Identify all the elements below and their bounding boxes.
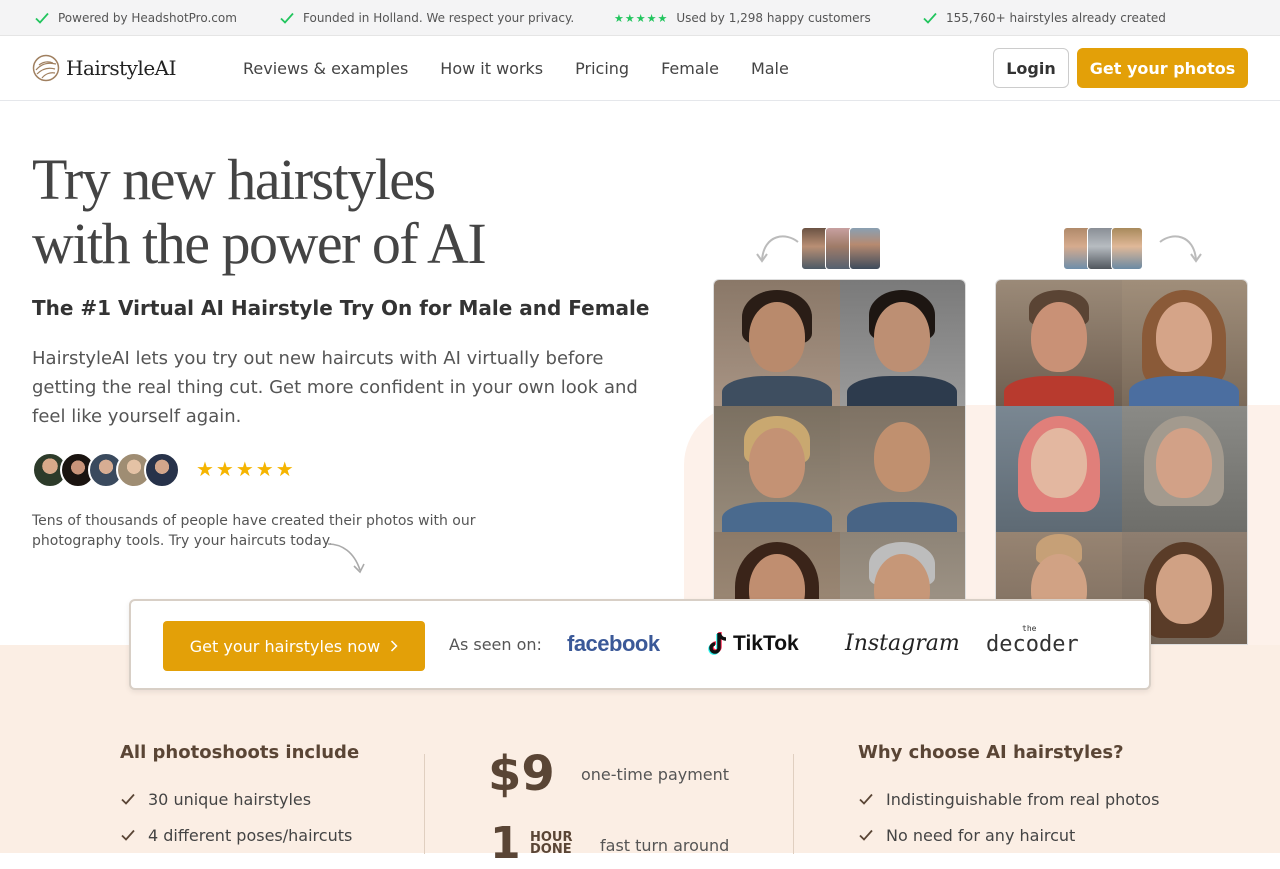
topbar-text: Used by 1,298 happy customers bbox=[676, 11, 871, 25]
list-item: 30 unique hairstyles bbox=[120, 781, 359, 817]
hero-description: HairstyleAI lets you try out new haircut… bbox=[32, 348, 638, 427]
instagram-logo: Instagram bbox=[845, 631, 960, 656]
hero-subtitle: The #1 Virtual AI Hairstyle Try On for M… bbox=[32, 296, 650, 320]
female-hairstyle-grid bbox=[995, 279, 1248, 645]
list-item: No need for any haircut bbox=[858, 817, 1159, 853]
tiktok-text: TikTok bbox=[733, 632, 799, 655]
hairstyle-photo bbox=[714, 406, 840, 532]
turnaround-number: 1 bbox=[490, 818, 521, 869]
tiktok-logo: TikTok bbox=[707, 631, 799, 657]
male-hairstyle-grid bbox=[713, 279, 966, 645]
hairstyle-photo bbox=[1121, 406, 1247, 532]
get-hairstyles-label: Get your hairstyles now bbox=[189, 636, 381, 656]
as-seen-on-bar: Get your hairstyles now As seen on: face… bbox=[129, 599, 1151, 690]
chevron-right-icon bbox=[391, 640, 398, 652]
hairstyle-photo bbox=[996, 280, 1122, 406]
list-item-text: 30 unique hairstyles bbox=[148, 789, 312, 809]
price-note: one-time payment bbox=[581, 765, 730, 784]
topbar-text: Powered by HeadshotPro.com bbox=[58, 11, 237, 25]
hero-title-line-1: Try new hairstyles bbox=[32, 147, 436, 212]
why-choose-column: Why choose AI hairstyles? Indistinguisha… bbox=[858, 742, 1159, 853]
topbar-text: 155,760+ hairstyles already created bbox=[946, 11, 1166, 25]
thumbnail bbox=[849, 227, 881, 270]
column-divider bbox=[424, 754, 425, 854]
list-item-text: 4 different poses/haircuts bbox=[148, 825, 353, 845]
list-item: 4 different poses/haircuts bbox=[120, 817, 359, 853]
topbar-text: Founded in Holland. We respect your priv… bbox=[303, 11, 575, 25]
hairstyle-logo-icon bbox=[32, 54, 60, 82]
hairstyle-photo bbox=[996, 406, 1122, 532]
check-icon bbox=[923, 12, 937, 24]
customer-avatars bbox=[32, 452, 180, 488]
social-proof-text: Tens of thousands of people have created… bbox=[32, 513, 476, 549]
hairstyle-photo bbox=[1121, 280, 1247, 406]
hairstyle-photo bbox=[714, 280, 840, 406]
male-thumbnails bbox=[801, 227, 881, 270]
turnaround-unit: HOUR DONE bbox=[530, 831, 573, 857]
rotate-arrow-icon bbox=[756, 235, 799, 263]
photoshoot-includes-column: All photoshoots include 30 unique hairst… bbox=[120, 742, 359, 853]
nav-links: Reviews & examples How it works Pricing … bbox=[243, 36, 789, 100]
why-choose-title: Why choose AI hairstyles? bbox=[858, 742, 1124, 763]
female-thumbnails bbox=[1063, 227, 1143, 270]
turnaround-note: fast turn around bbox=[600, 836, 730, 855]
get-hairstyles-button[interactable]: Get your hairstyles now bbox=[163, 621, 425, 671]
main-navigation: HairstyleAI Reviews & examples How it wo… bbox=[0, 36, 1280, 101]
avatar bbox=[144, 452, 180, 488]
nav-link-how-it-works[interactable]: How it works bbox=[440, 59, 543, 78]
check-icon bbox=[121, 829, 135, 841]
as-seen-on-label: As seen on: bbox=[449, 635, 542, 654]
topbar-item-founded: Founded in Holland. We respect your priv… bbox=[279, 0, 574, 36]
rotate-arrow-icon bbox=[1159, 235, 1202, 263]
rating-stars: ★★★★★ bbox=[196, 457, 296, 481]
logo-text: HairstyleAI bbox=[66, 56, 177, 80]
nav-link-female[interactable]: Female bbox=[661, 59, 719, 78]
hairstyle-photo bbox=[839, 406, 965, 532]
check-icon bbox=[121, 793, 135, 805]
photoshoot-includes-title: All photoshoots include bbox=[120, 742, 360, 763]
facebook-logo: facebook bbox=[567, 631, 660, 656]
list-item-text: Indistinguishable from real photos bbox=[886, 789, 1160, 809]
login-button[interactable]: Login bbox=[993, 48, 1069, 88]
list-item-text: No need for any haircut bbox=[886, 825, 1076, 845]
topbar-item-powered: Powered by HeadshotPro.com bbox=[34, 0, 237, 36]
column-divider bbox=[793, 754, 794, 854]
thumbnail bbox=[1111, 227, 1143, 270]
turnaround-unit-line-2: DONE bbox=[530, 842, 572, 857]
nav-link-male[interactable]: Male bbox=[751, 59, 789, 78]
decoder-logo: the decoder bbox=[986, 624, 1079, 657]
curved-arrow-icon bbox=[327, 543, 365, 574]
check-icon bbox=[280, 12, 294, 24]
decoder-prefix: the bbox=[1022, 624, 1037, 633]
tiktok-icon bbox=[708, 632, 727, 655]
star-rating-icons: ★★★★★ bbox=[614, 11, 669, 25]
check-icon bbox=[859, 829, 873, 841]
hero-title: Try new hairstyles with the power of AI bbox=[32, 148, 652, 276]
check-icon bbox=[859, 793, 873, 805]
nav-link-reviews[interactable]: Reviews & examples bbox=[243, 59, 408, 78]
hairstyle-photo bbox=[839, 280, 965, 406]
get-photos-button[interactable]: Get your photos bbox=[1077, 48, 1248, 88]
topbar-item-hairstyles: 155,760+ hairstyles already created bbox=[922, 0, 1166, 36]
price: $9 bbox=[488, 746, 555, 802]
list-item: Indistinguishable from real photos bbox=[858, 781, 1159, 817]
topbar-item-customers: ★★★★★ Used by 1,298 happy customers bbox=[614, 0, 871, 36]
hero-title-line-2: with the power of AI bbox=[32, 211, 487, 276]
decoder-text: decoder bbox=[986, 632, 1079, 657]
nav-link-pricing[interactable]: Pricing bbox=[575, 59, 629, 78]
top-announcement-bar: Powered by HeadshotPro.com Founded in Ho… bbox=[0, 0, 1280, 36]
check-icon bbox=[35, 12, 49, 24]
site-logo[interactable]: HairstyleAI bbox=[32, 54, 177, 82]
